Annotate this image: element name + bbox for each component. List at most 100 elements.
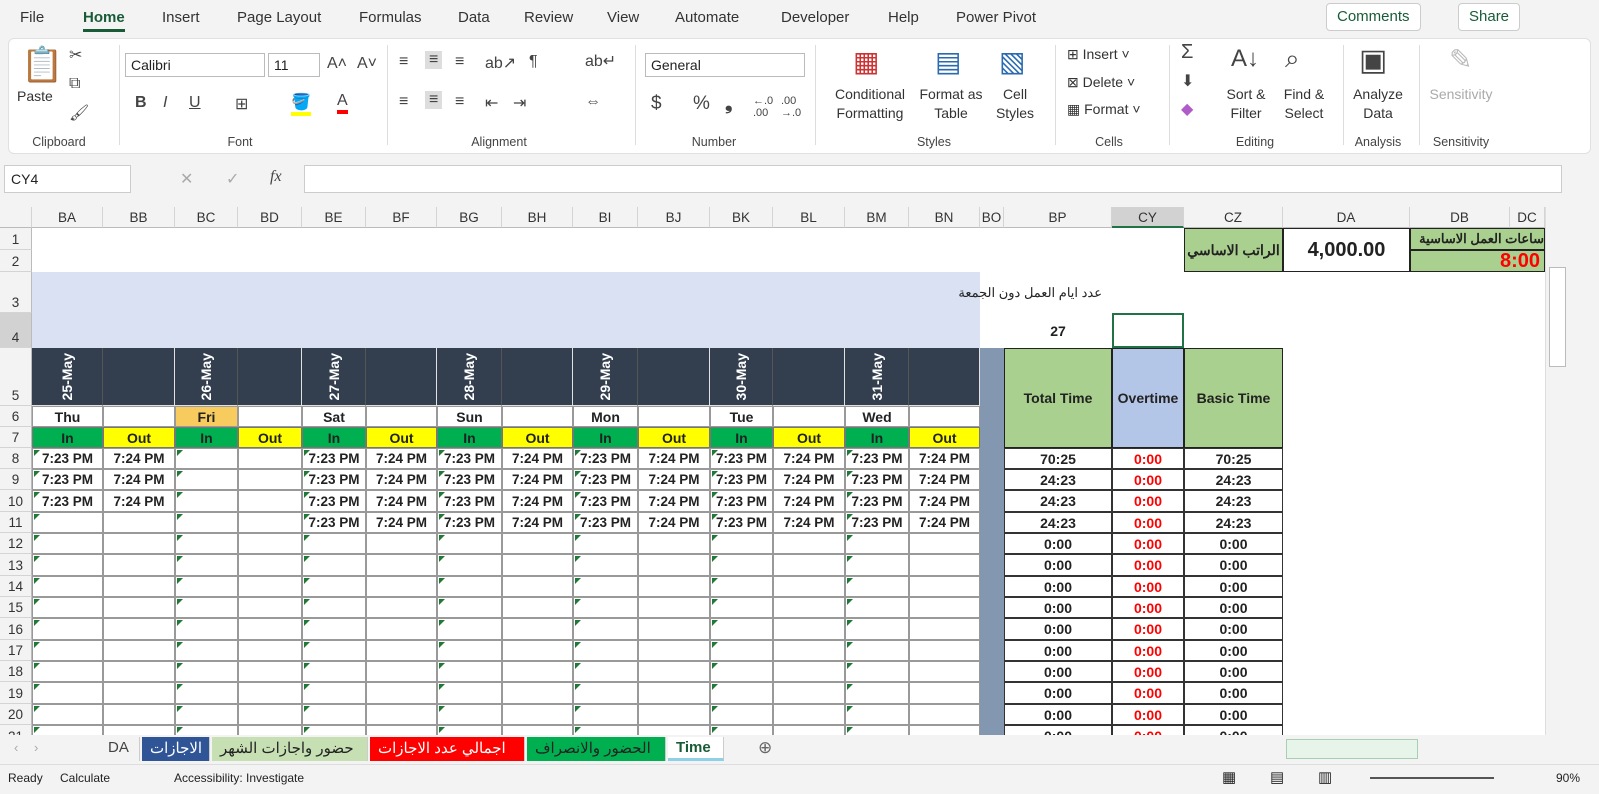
- time-cell[interactable]: [302, 704, 366, 725]
- column-header-DB[interactable]: DB: [1410, 207, 1510, 228]
- total-time-cell[interactable]: 0:00: [1004, 533, 1112, 554]
- time-cell[interactable]: [437, 533, 502, 554]
- time-cell[interactable]: [845, 682, 909, 704]
- time-cell[interactable]: [502, 533, 573, 554]
- row-header-5[interactable]: 5: [0, 348, 32, 406]
- time-cell[interactable]: 7:24 PM: [502, 490, 573, 512]
- day-cell[interactable]: [103, 406, 175, 427]
- column-header-DA[interactable]: DA: [1283, 207, 1410, 228]
- column-header-BO[interactable]: BO: [980, 207, 1004, 228]
- time-cell[interactable]: 7:23 PM: [437, 490, 502, 512]
- time-cell[interactable]: [909, 661, 980, 682]
- time-cell[interactable]: [175, 618, 238, 640]
- menu-help[interactable]: Help: [888, 9, 919, 26]
- time-cell[interactable]: [573, 597, 638, 618]
- total-time-cell[interactable]: 0:00: [1004, 554, 1112, 576]
- time-cell[interactable]: [773, 682, 845, 704]
- in-header[interactable]: In: [175, 427, 238, 448]
- cell-styles-button[interactable]: Cell Styles: [987, 85, 1043, 123]
- time-cell[interactable]: [103, 704, 175, 725]
- column-header-BJ[interactable]: BJ: [638, 207, 710, 228]
- conditional-formatting-icon[interactable]: ▦: [853, 45, 879, 78]
- basic-time-cell[interactable]: 0:00: [1184, 725, 1283, 735]
- overtime-cell[interactable]: 0:00: [1112, 576, 1184, 597]
- time-cell[interactable]: 7:23 PM: [573, 512, 638, 533]
- time-cell[interactable]: [909, 725, 980, 735]
- align-bottom-icon[interactable]: ≡: [455, 53, 464, 71]
- overtime-cell[interactable]: 0:00: [1112, 725, 1184, 735]
- workdays-label[interactable]: عدد ايام العمل دون الجمعة: [958, 272, 1112, 313]
- day-cell[interactable]: Mon: [573, 406, 638, 427]
- italic-button[interactable]: I: [163, 94, 167, 112]
- in-header[interactable]: In: [32, 427, 103, 448]
- time-cell[interactable]: [437, 576, 502, 597]
- column-header-BB[interactable]: BB: [103, 207, 175, 228]
- sheet-tab[interactable]: DA: [100, 737, 140, 761]
- time-cell[interactable]: [909, 533, 980, 554]
- scroll-thumb[interactable]: [1549, 267, 1566, 367]
- time-cell[interactable]: [638, 704, 710, 725]
- cancel-icon[interactable]: ✕: [180, 169, 193, 189]
- basic-time-cell[interactable]: 0:00: [1184, 576, 1283, 597]
- workdays-value[interactable]: 27: [1004, 313, 1112, 348]
- time-cell[interactable]: [710, 576, 773, 597]
- horizontal-scrollbar[interactable]: [1286, 739, 1418, 759]
- align-center-icon[interactable]: ≡: [425, 91, 443, 109]
- day-cell[interactable]: Thu: [32, 406, 103, 427]
- time-cell[interactable]: [302, 554, 366, 576]
- overtime-cell[interactable]: 0:00: [1112, 469, 1184, 490]
- total-time-cell[interactable]: 0:00: [1004, 682, 1112, 704]
- time-cell[interactable]: [845, 533, 909, 554]
- overtime-cell[interactable]: 0:00: [1112, 512, 1184, 533]
- time-cell[interactable]: [175, 512, 238, 533]
- menu-automate[interactable]: Automate: [675, 9, 739, 26]
- in-header[interactable]: In: [437, 427, 502, 448]
- time-cell[interactable]: [175, 661, 238, 682]
- time-cell[interactable]: [437, 725, 502, 735]
- time-cell[interactable]: [238, 512, 302, 533]
- column-header-BK[interactable]: BK: [710, 207, 773, 228]
- time-cell[interactable]: [238, 576, 302, 597]
- date-cell[interactable]: [502, 348, 573, 406]
- row-header-13[interactable]: 13: [0, 554, 32, 576]
- time-cell[interactable]: 7:24 PM: [773, 512, 845, 533]
- time-cell[interactable]: [175, 533, 238, 554]
- zoom-level[interactable]: 90%: [1556, 771, 1580, 785]
- day-cell[interactable]: [909, 406, 980, 427]
- column-header-BG[interactable]: BG: [437, 207, 502, 228]
- format-as-table-icon[interactable]: ▤: [935, 45, 961, 78]
- row-header-14[interactable]: 14: [0, 576, 32, 597]
- date-cell[interactable]: [103, 348, 175, 406]
- time-cell[interactable]: 7:23 PM: [302, 448, 366, 469]
- time-cell[interactable]: [437, 554, 502, 576]
- day-cell[interactable]: [638, 406, 710, 427]
- time-cell[interactable]: [437, 661, 502, 682]
- menu-page-layout[interactable]: Page Layout: [237, 9, 321, 26]
- row-header-16[interactable]: 16: [0, 618, 32, 640]
- time-cell[interactable]: [238, 448, 302, 469]
- total-time-cell[interactable]: 0:00: [1004, 597, 1112, 618]
- time-cell[interactable]: [773, 597, 845, 618]
- time-cell[interactable]: [103, 640, 175, 661]
- menu-insert[interactable]: Insert: [162, 9, 200, 26]
- time-cell[interactable]: [175, 682, 238, 704]
- time-cell[interactable]: 7:23 PM: [573, 490, 638, 512]
- time-cell[interactable]: [302, 640, 366, 661]
- time-cell[interactable]: [573, 682, 638, 704]
- time-cell[interactable]: [638, 576, 710, 597]
- time-cell[interactable]: [502, 704, 573, 725]
- time-cell[interactable]: [573, 640, 638, 661]
- enter-icon[interactable]: ✓: [226, 169, 239, 189]
- date-cell[interactable]: [773, 348, 845, 406]
- overtime-cell[interactable]: 0:00: [1112, 490, 1184, 512]
- time-cell[interactable]: [238, 682, 302, 704]
- time-cell[interactable]: 7:23 PM: [437, 469, 502, 490]
- autosum-icon[interactable]: Σ: [1181, 41, 1193, 64]
- time-cell[interactable]: [32, 640, 103, 661]
- overtime-cell[interactable]: 0:00: [1112, 661, 1184, 682]
- formula-input[interactable]: [304, 165, 1562, 193]
- time-cell[interactable]: [103, 512, 175, 533]
- time-cell[interactable]: [238, 704, 302, 725]
- menu-power-pivot[interactable]: Power Pivot: [956, 9, 1036, 26]
- column-header-BF[interactable]: BF: [366, 207, 437, 228]
